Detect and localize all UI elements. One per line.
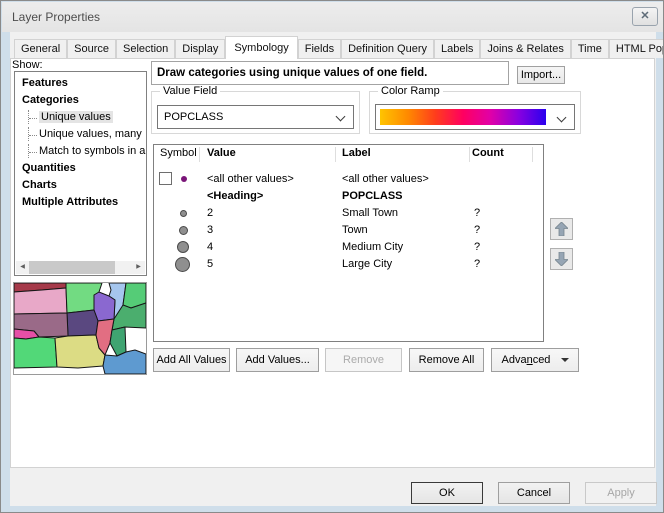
map-thumbnail-svg (14, 283, 146, 374)
layer-properties-dialog: Layer Properties ✕ General Source Select… (0, 0, 664, 513)
tab-labels[interactable]: Labels (434, 39, 480, 58)
tab-display[interactable]: Display (175, 39, 225, 58)
tab-fields[interactable]: Fields (298, 39, 341, 58)
column-divider (469, 147, 470, 162)
list-row-all-other-values[interactable]: <all other values> <all other values> (154, 171, 543, 188)
tab-selection[interactable]: Selection (116, 39, 175, 58)
add-all-values-button[interactable]: Add All Values (153, 348, 230, 372)
symbol-preview-map (13, 282, 147, 375)
scrollbar-thumb[interactable] (29, 261, 115, 274)
tab-symbology[interactable]: Symbology (225, 36, 297, 59)
move-down-button[interactable] (550, 248, 573, 270)
list-row-class-3[interactable]: 3 Town ? (154, 222, 543, 239)
class-symbol-icon (179, 226, 188, 235)
tree-horizontal-scrollbar[interactable]: ◀ ▶ (16, 261, 145, 274)
import-button[interactable]: Import... (517, 66, 565, 84)
all-other-values-checkbox[interactable] (159, 172, 172, 185)
value-field-dropdown[interactable]: POPCLASS (157, 105, 354, 129)
chevron-down-icon (557, 113, 567, 123)
tab-source[interactable]: Source (67, 39, 116, 58)
tree-item-match-symbols[interactable]: Match to symbols in a (15, 143, 146, 160)
show-tree: Features Categories Unique values Unique… (14, 71, 147, 276)
remove-button: Remove (325, 348, 402, 372)
class-symbol-icon (175, 257, 190, 272)
list-row-class-4[interactable]: 4 Medium City ? (154, 239, 543, 256)
all-other-values-symbol-icon (181, 176, 187, 182)
tab-general[interactable]: General (14, 39, 67, 58)
column-header-symbol: Symbol (160, 147, 197, 159)
tree-item-quantities[interactable]: Quantities (15, 160, 146, 177)
tree-branch-icon (28, 110, 38, 124)
column-divider (335, 147, 336, 162)
tree-item-unique-values-many[interactable]: Unique values, many (15, 126, 146, 143)
tree-item-unique-values[interactable]: Unique values (15, 109, 146, 126)
chevron-down-icon (336, 112, 346, 122)
column-header-value: Value (207, 147, 236, 159)
unique-values-list: Symbol Value Label Count <all other valu… (153, 144, 544, 342)
ok-button[interactable]: OK (411, 482, 483, 504)
column-header-count: Count (472, 147, 504, 159)
value-field-selected: POPCLASS (164, 111, 223, 123)
dropdown-caret-icon (561, 358, 569, 362)
show-label: Show: (12, 59, 43, 71)
tree-item-categories[interactable]: Categories (15, 92, 146, 109)
color-ramp-label: Color Ramp (378, 85, 443, 97)
class-symbol-icon (180, 210, 187, 217)
move-up-button[interactable] (550, 218, 573, 240)
advanced-button[interactable]: Advanced (491, 348, 579, 372)
tree-item-charts[interactable]: Charts (15, 177, 146, 194)
column-header-label: Label (342, 147, 371, 159)
close-button[interactable]: ✕ (632, 7, 658, 26)
add-values-button[interactable]: Add Values... (236, 348, 319, 372)
method-description: Draw categories using unique values of o… (151, 61, 509, 85)
tree-branch-icon (28, 144, 38, 158)
window-title: Layer Properties (12, 2, 100, 32)
tab-html-popup[interactable]: HTML Popup (609, 39, 664, 58)
down-arrow-icon (555, 252, 568, 266)
value-field-label: Value Field (160, 85, 220, 97)
column-divider (532, 147, 533, 162)
tab-joins-relates[interactable]: Joins & Relates (480, 39, 570, 58)
color-ramp-dropdown[interactable] (375, 104, 575, 130)
cancel-button[interactable]: Cancel (498, 482, 570, 504)
up-arrow-icon (555, 222, 568, 236)
remove-all-button[interactable]: Remove All (409, 348, 484, 372)
class-symbol-icon (177, 241, 189, 253)
close-icon: ✕ (640, 10, 649, 22)
tree-branch-icon (28, 127, 38, 141)
color-ramp-gradient (380, 109, 546, 125)
tree-item-features[interactable]: Features (15, 75, 146, 92)
list-row-class-5[interactable]: 5 Large City ? (154, 256, 543, 273)
tab-definition-query[interactable]: Definition Query (341, 39, 434, 58)
title-bar: Layer Properties (2, 2, 663, 32)
scroll-right-icon[interactable]: ▶ (132, 261, 145, 274)
apply-button: Apply (585, 482, 657, 504)
tab-strip: General Source Selection Display Symbolo… (14, 35, 664, 58)
list-row-class-2[interactable]: 2 Small Town ? (154, 205, 543, 222)
tab-time[interactable]: Time (571, 39, 609, 58)
scroll-left-icon[interactable]: ◀ (16, 261, 29, 274)
list-row-heading[interactable]: <Heading> POPCLASS (154, 188, 543, 205)
column-divider (199, 147, 200, 162)
tree-item-multiple-attributes[interactable]: Multiple Attributes (15, 194, 146, 211)
